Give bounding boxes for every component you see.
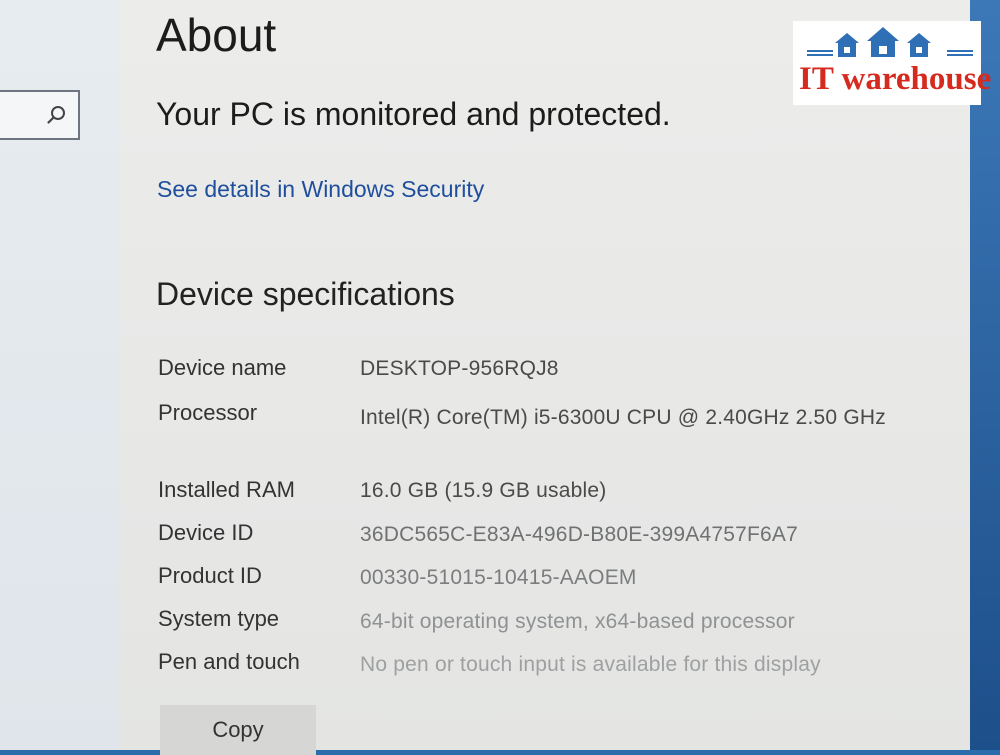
spec-label-system-type: System type [158,606,280,631]
spec-value-processor: Intel(R) Core(TM) i5-6300U CPU @ 2.40GHz… [360,406,886,429]
spec-label-product-id: Product ID [158,563,262,588]
device-specs-heading: Device specifications [156,276,455,312]
security-status-heading: Your PC is monitored and protected. [156,96,671,132]
search-icon[interactable] [46,104,68,126]
search-input[interactable] [0,90,80,140]
spec-value-system-type: 64-bit operating system, x64-based proce… [360,610,795,633]
copy-button[interactable]: Copy [160,705,316,755]
windows-security-link[interactable]: See details in Windows Security [157,176,484,203]
spec-value-product-id: 00330-51015-10415-AAOEM [360,566,637,589]
spec-label-device-id: Device ID [158,520,254,545]
spec-label-installed-ram: Installed RAM [158,477,295,502]
spec-label-pen-and-touch: Pen and touch [158,649,300,674]
spec-value-pen-and-touch: No pen or touch input is available for t… [360,653,821,676]
spec-label-device-name: Device name [158,355,287,380]
logo-wordmark: IT warehouse [799,61,992,97]
spec-value-device-id: 36DC565C-E83A-496D-B80E-399A4757F6A7 [360,523,798,546]
desktop-edge [970,0,1000,750]
it-warehouse-logo: IT warehouse [793,21,992,105]
settings-sidebar [0,0,120,750]
spec-value-device-name: DESKTOP-956RQJ8 [360,357,559,380]
page-title: About [156,9,277,61]
houses-icon [807,27,973,57]
spec-value-installed-ram: 16.0 GB (15.9 GB usable) [360,479,607,502]
spec-label-processor: Processor [158,400,258,425]
